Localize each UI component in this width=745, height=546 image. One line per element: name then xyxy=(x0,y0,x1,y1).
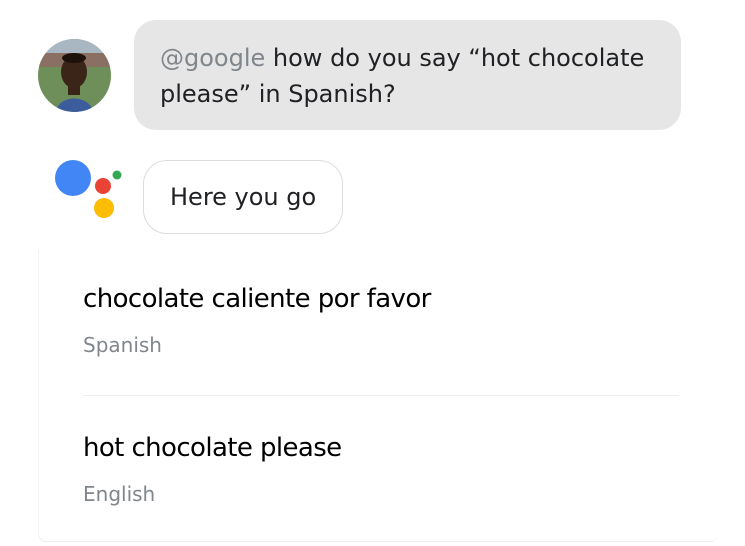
translation-card[interactable]: chocolate caliente por favor Spanish hot… xyxy=(38,250,718,542)
card-divider xyxy=(83,395,679,396)
assistant-reply-bubble: Here you go xyxy=(143,160,344,234)
assistant-reply-text: Here you go xyxy=(170,183,317,211)
user-message-bubble: @google how do you say “hot chocolate pl… xyxy=(134,20,681,130)
translated-phrase: chocolate caliente por favor xyxy=(83,284,431,314)
user-avatar[interactable] xyxy=(38,39,111,112)
avatar-photo-icon xyxy=(38,39,111,112)
google-assistant-icon xyxy=(53,160,128,222)
mention-text[interactable]: @google xyxy=(160,44,265,72)
translated-language-label: Spanish xyxy=(83,333,162,357)
chat-screen: @google how do you say “hot chocolate pl… xyxy=(0,0,745,546)
original-phrase: hot chocolate please xyxy=(83,433,342,463)
original-language-label: English xyxy=(83,482,156,506)
